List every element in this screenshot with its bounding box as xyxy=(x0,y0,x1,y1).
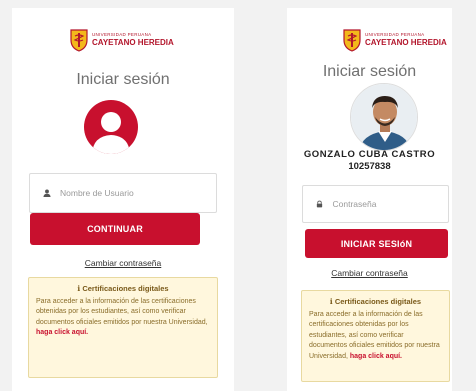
logo-name: CAYETANO HEREDIA xyxy=(92,37,174,47)
change-password-link[interactable]: Cambiar contraseña xyxy=(287,268,452,278)
username-field[interactable] xyxy=(29,173,217,213)
username-input[interactable] xyxy=(60,188,180,198)
info-icon: ℹ xyxy=(329,297,333,306)
university-logo: UNIVERSIDAD PERUANA CAYETANO HEREDIA xyxy=(69,28,174,52)
login-panel-username: UNIVERSIDAD PERUANA CAYETANO HEREDIA Ini… xyxy=(12,8,234,391)
digital-certifications-notice: ℹ Certificaciones digitales Para acceder… xyxy=(301,290,450,382)
user-fullname: GONZALO CUBA CASTRO xyxy=(303,149,436,160)
shield-logo-icon xyxy=(70,29,88,52)
page-title: Iniciar sesión xyxy=(76,71,170,88)
password-field[interactable] xyxy=(302,185,449,223)
lock-icon xyxy=(313,200,326,208)
page-title: Iniciar sesión xyxy=(322,63,417,80)
shield-logo-icon xyxy=(343,29,361,52)
info-title: ℹ Certificaciones digitales xyxy=(329,297,422,306)
continue-button[interactable]: CONTINUAR xyxy=(30,213,200,245)
info-icon: ℹ xyxy=(77,284,81,293)
login-button[interactable]: INICIAR SESIóN xyxy=(305,229,448,258)
user-icon xyxy=(40,189,54,197)
login-panel-password: UNIVERSIDAD PERUANA CAYETANO HEREDIA Ini… xyxy=(287,8,452,391)
user-code: 10257838 xyxy=(348,161,391,172)
change-password-link[interactable]: Cambiar contraseña xyxy=(12,258,234,268)
user-photo-avatar xyxy=(350,83,418,151)
password-input[interactable] xyxy=(332,199,448,209)
logo-name: CAYETANO HEREDIA xyxy=(365,37,447,47)
certifications-link[interactable]: haga click aquí. xyxy=(36,329,88,336)
certifications-link[interactable]: haga click aquí. xyxy=(350,353,402,360)
info-body: Para acceder a la información de las cer… xyxy=(36,297,208,326)
user-silhouette-icon xyxy=(84,100,138,154)
info-title: ℹ Certificaciones digitales xyxy=(77,284,169,293)
university-logo: UNIVERSIDAD PERUANA CAYETANO HEREDIA xyxy=(342,28,447,52)
digital-certifications-notice: ℹ Certificaciones digitales Para acceder… xyxy=(28,277,218,378)
